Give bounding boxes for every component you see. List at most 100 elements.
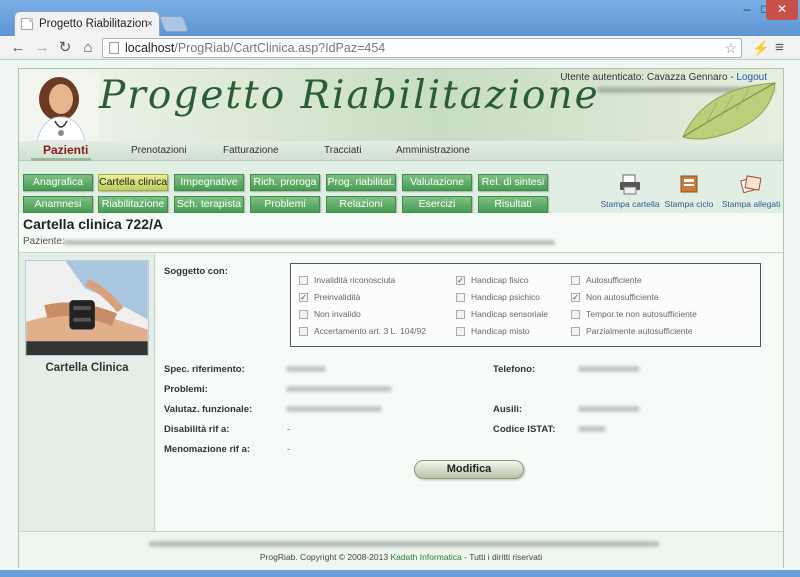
cb-handicap-fisico[interactable]: ✓ Handicap fisico [456, 275, 529, 285]
checkbox[interactable] [456, 309, 465, 319]
paziente-label: Paziente: [23, 236, 65, 247]
stampa-allegati-label: Stampa allegati [721, 199, 781, 209]
back-arrow-icon[interactable]: ← [8, 38, 28, 58]
site-logo-text: Progetto Riabilitazione [99, 73, 600, 118]
checkbox[interactable] [299, 326, 308, 336]
cb-invalidita-riconosciuta[interactable]: Invalidità riconosciuta [299, 275, 395, 285]
checkbox[interactable] [299, 275, 308, 285]
page-icon [109, 42, 119, 54]
redacted-ausili-value [578, 406, 640, 412]
nav-amministrazione[interactable]: Amministrazione [396, 145, 470, 156]
checkbox[interactable]: ✓ [571, 292, 580, 302]
subnav-anagrafica[interactable]: Anagrafica [23, 174, 93, 191]
site-footer: ProgRiab. Copyright © 2008-2013 Kadath I… [19, 531, 783, 569]
browser-toolbar: ← → ↻ ⌂ localhost /ProgRiab/CartClinica.… [0, 36, 800, 60]
checkbox[interactable] [571, 275, 580, 285]
checkbox[interactable]: ✓ [456, 275, 465, 285]
page-favicon-icon [21, 18, 33, 30]
doctor-image [19, 73, 99, 141]
menomazione-label: Menomazione rif a: [164, 444, 251, 455]
telefono-label: Telefono: [493, 364, 536, 375]
forward-arrow-icon[interactable]: → [32, 38, 52, 58]
nav-tracciati[interactable]: Tracciati [324, 145, 361, 156]
address-bar[interactable]: localhost /ProgRiab/CartClinica.asp?IdPa… [102, 38, 742, 58]
sub-nav: Anagrafica Cartella clinica Impegnative … [19, 161, 783, 213]
leaf-icon [682, 82, 776, 140]
nav-pazienti[interactable]: Pazienti [43, 143, 88, 157]
page-viewport: Progetto Riabilitazione Utente autentica… [0, 60, 800, 570]
cb-autosufficiente[interactable]: Autosufficiente [571, 275, 642, 285]
cb-preinvalidita[interactable]: ✓ Preinvalidità [299, 292, 360, 302]
stampa-allegati-button[interactable]: Stampa allegati [719, 173, 783, 209]
subnav-impegnative[interactable]: Impegnative [174, 174, 244, 191]
subnav-cartella-clinica[interactable]: Cartella clinica [98, 174, 168, 191]
copyright-prefix: ProgRiab. Copyright © 2008-2013 [259, 552, 391, 562]
subnav-prog-riabilitat[interactable]: Prog. riabilitat. [326, 174, 396, 191]
nav-fatturazione[interactable]: Fatturazione [223, 145, 279, 156]
copyright: ProgRiab. Copyright © 2008-2013 Kadath I… [19, 552, 783, 562]
cb-tempor-non-autosufficiente[interactable]: Tempor.te non autosufficiente [571, 309, 697, 319]
company-link[interactable]: Kadath Informatica [390, 552, 461, 562]
checkbox[interactable] [456, 292, 465, 302]
redacted-valutaz-value [286, 406, 382, 412]
new-tab-button[interactable] [159, 16, 189, 32]
close-window-button[interactable]: ✕ [766, 0, 798, 20]
modifica-button[interactable]: Modifica [414, 460, 524, 479]
checkbox[interactable] [571, 309, 580, 319]
cb-handicap-psichico[interactable]: Handicap psichico [456, 292, 540, 302]
cb-non-autosufficiente[interactable]: ✓ Non autosufficiente [571, 292, 659, 302]
subnav-riabilitazione[interactable]: Riabilitazione [98, 196, 168, 213]
cb-handicap-misto[interactable]: Handicap misto [456, 326, 530, 336]
checkbox[interactable] [299, 309, 308, 319]
subnav-esercizi[interactable]: Esercizi [402, 196, 472, 213]
codice-istat-label: Codice ISTAT: [493, 424, 556, 435]
redacted-spec-value [286, 366, 326, 372]
menu-icon[interactable]: ≡ [775, 38, 784, 58]
minimize-button[interactable]: – [738, 0, 756, 20]
redacted-istat-value [578, 426, 606, 432]
browser-titlebar: Progetto Riabilitazione × – □ ✕ [0, 0, 800, 36]
home-icon[interactable]: ⌂ [78, 38, 98, 58]
redacted-problemi-value [286, 386, 392, 392]
page-title: Cartella clinica 722/A [23, 216, 164, 232]
tab-title: Progetto Riabilitazione [39, 18, 147, 30]
redacted-telefono-value [578, 366, 640, 372]
nav-prenotazioni[interactable]: Prenotazioni [131, 145, 187, 156]
reload-icon[interactable]: ↻ [55, 38, 75, 58]
extension-icon[interactable]: ⚡ [752, 38, 769, 58]
url-host: localhost [125, 41, 175, 55]
menomazione-value: - [287, 444, 291, 455]
browser-tab[interactable]: Progetto Riabilitazione × [14, 11, 160, 36]
subnav-sch-terapista[interactable]: Sch. terapista [174, 196, 244, 213]
subnav-valutazione[interactable]: Valutazione [402, 174, 472, 191]
copyright-suffix: - Tutti i diritti riservati [461, 552, 543, 562]
main-nav: Pazienti Prenotazioni Fatturazione Tracc… [19, 141, 783, 161]
subnav-rel-di-sintesi[interactable]: Rel. di sintesi [478, 174, 548, 191]
knee-therapy-photo [25, 260, 149, 356]
checkbox[interactable] [571, 326, 580, 336]
subnav-risultati[interactable]: Risultati [478, 196, 548, 213]
stampa-cartella-button[interactable]: Stampa cartella [597, 173, 663, 209]
cb-parzialmente-autosufficiente[interactable]: Parzialmente autosufficiente [571, 326, 693, 336]
spec-riferimento-label: Spec. riferimento: [164, 364, 245, 375]
cb-accertamento[interactable]: Accertamento art. 3 L. 104/92 [299, 326, 426, 336]
page-header: Cartella clinica 722/A Paziente: [19, 213, 783, 253]
tab-close-icon[interactable]: × [147, 18, 153, 30]
cb-handicap-sensoriale[interactable]: Handicap sensoriale [456, 309, 548, 319]
valutaz-funzionale-label: Valutaz. funzionale: [164, 404, 253, 415]
problemi-label: Problemi: [164, 384, 208, 395]
checkbox[interactable]: ✓ [299, 292, 308, 302]
site-container: Progetto Riabilitazione Utente autentica… [18, 68, 784, 569]
subnav-problemi[interactable]: Problemi [250, 196, 320, 213]
ausili-label: Ausili: [493, 404, 523, 415]
subnav-relazioni[interactable]: Relazioni [326, 196, 396, 213]
left-sidebar: Cartella Clinica [19, 254, 155, 531]
printer-icon [620, 174, 640, 195]
cb-non-invalido[interactable]: Non invalido [299, 309, 361, 319]
checkbox[interactable] [456, 326, 465, 336]
document-print-icon [680, 175, 698, 193]
bookmark-star-icon[interactable]: ☆ [724, 40, 737, 57]
stampa-ciclo-button[interactable]: Stampa ciclo [663, 173, 715, 209]
subnav-anamnesi[interactable]: Anamnesi [23, 196, 93, 213]
subnav-rich-proroga[interactable]: Rich. proroga [250, 174, 320, 191]
